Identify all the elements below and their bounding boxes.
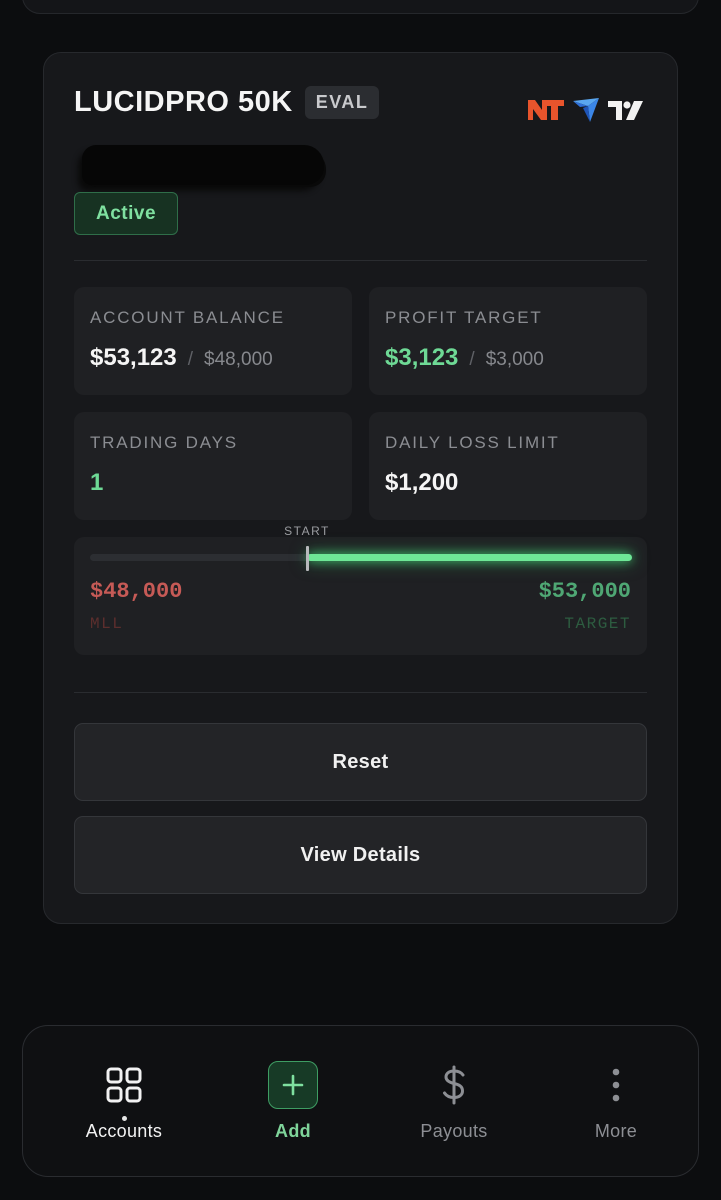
divider: [74, 260, 647, 261]
mll-label: MLL: [90, 615, 124, 633]
separator: /: [187, 349, 194, 370]
tradovate-icon: [571, 97, 601, 128]
tradingview-icon: [607, 98, 645, 127]
profit-target-goal: $3,000: [485, 349, 544, 370]
progress-fill: [307, 554, 632, 561]
trading-days-card: TRADING DAYS 1: [74, 412, 352, 520]
profit-target-value-row: $3,123 / $3,000: [385, 344, 544, 372]
account-title: LUCIDPRO 50K: [74, 86, 293, 118]
nav-label-accounts: Accounts: [85, 1121, 163, 1141]
separator: /: [469, 349, 475, 370]
daily-loss-limit-label: DAILY LOSS LIMIT: [385, 433, 560, 452]
account-balance-value: $53,123: [90, 344, 177, 371]
target-label: TARGET: [564, 615, 631, 633]
ninjatrader-icon: [527, 98, 565, 127]
bottom-nav: Accounts Add Payouts More: [22, 1025, 699, 1177]
trading-days-label: TRADING DAYS: [90, 433, 238, 452]
profit-target-label: PROFIT TARGET: [385, 308, 543, 327]
mll-value: $48,000: [90, 579, 183, 604]
daily-loss-limit-value: $1,200: [385, 469, 459, 496]
view-details-button[interactable]: View Details: [74, 816, 647, 894]
previous-account-card: [22, 0, 699, 14]
profit-target-value: $3,123: [385, 344, 459, 371]
nav-item-add[interactable]: Add: [223, 1026, 363, 1178]
profit-target-card: PROFIT TARGET $3,123 / $3,000: [369, 287, 647, 395]
more-vertical-icon: [591, 1060, 641, 1110]
grid-icon: [99, 1060, 149, 1110]
daily-loss-limit-card: DAILY LOSS LIMIT $1,200: [369, 412, 647, 520]
plus-icon: [268, 1060, 318, 1110]
redacted-account-id: [82, 145, 324, 185]
start-label: START: [284, 524, 330, 538]
account-card: LUCIDPRO 50K EVAL Active ACCOUNT BALANCE…: [43, 52, 678, 924]
nav-label-payouts: Payouts: [420, 1121, 488, 1141]
nav-item-more[interactable]: More: [546, 1026, 686, 1178]
account-balance-label: ACCOUNT BALANCE: [90, 308, 285, 327]
start-marker: [306, 546, 309, 571]
drawdown-progress-panel: START $48,000 MLL $53,000 TARGET: [74, 524, 647, 655]
platform-icons: [527, 97, 645, 128]
nav-label-add: Add: [275, 1121, 311, 1141]
dollar-icon: [429, 1060, 479, 1110]
divider: [74, 692, 647, 693]
status-badge: Active: [74, 192, 178, 235]
trading-days-value-row: 1: [90, 469, 103, 497]
account-header: LUCIDPRO 50K EVAL: [74, 86, 380, 119]
daily-loss-limit-value-row: $1,200: [385, 469, 458, 497]
target-value: $53,000: [538, 579, 631, 604]
account-balance-value-row: $53,123 / $48,000: [90, 344, 273, 372]
trading-days-value: 1: [90, 469, 104, 496]
nav-label-more: More: [594, 1121, 638, 1141]
account-balance-start: $48,000: [204, 349, 273, 370]
account-balance-card: ACCOUNT BALANCE $53,123 / $48,000: [74, 287, 352, 395]
reset-button[interactable]: Reset: [74, 723, 647, 801]
progress-track: START: [90, 524, 632, 571]
account-type-badge: EVAL: [304, 86, 380, 119]
nav-item-payouts[interactable]: Payouts: [384, 1026, 524, 1178]
nav-item-accounts[interactable]: Accounts: [54, 1026, 194, 1178]
